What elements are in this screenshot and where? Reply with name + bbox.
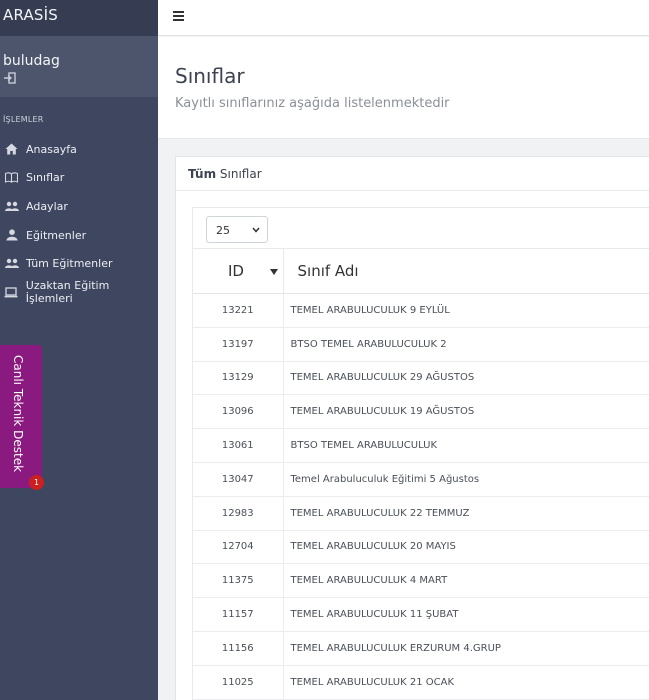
table-row[interactable]: 12983 TEMEL ARABULUCULUK 22 TEMMUZ	[193, 496, 649, 531]
cell-class-name: TEMEL ARABULUCULUK 4 MART	[283, 563, 649, 599]
page-length-value: 25	[216, 224, 230, 237]
menu-toggle-icon[interactable]	[173, 11, 184, 21]
sidebar-item-label: Sınıflar	[26, 171, 65, 185]
sidebar-item-siniflar[interactable]: Sınıflar	[0, 164, 158, 193]
cell-id: 11025	[193, 665, 284, 700]
table-row[interactable]: 13061 BTSO TEMEL ARABULUCULUK	[193, 428, 649, 463]
classes-table-wrapper: 25 ID Sınıf Adı ⇕ 13221TEMEL ARABULUCULU…	[192, 207, 649, 700]
cell-id: 12983	[193, 496, 284, 531]
cell-id: 13221	[193, 293, 284, 328]
cell-id: 12704	[193, 530, 284, 565]
cell-class-name: BTSO TEMEL ARABULUCULUK	[283, 428, 649, 463]
sidebar-item-label: Uzaktan Eğitim İşlemleri	[25, 279, 110, 306]
column-header-id[interactable]: ID	[193, 248, 284, 294]
sidebar-item-label: Eğitmenler	[26, 228, 87, 242]
column-header-name[interactable]: Sınıf Adı ⇕	[283, 248, 649, 294]
classes-table: ID Sınıf Adı ⇕ 13221TEMEL ARABULUCULUK 9…	[193, 248, 649, 700]
cell-id: 13047	[193, 462, 284, 497]
table-row[interactable]: 11025 TEMEL ARABULUCULUK 21 OCAK	[193, 665, 649, 700]
sort-desc-icon	[270, 269, 278, 275]
cell-id: 11375	[193, 563, 284, 599]
app-brand[interactable]: ARASİS	[0, 0, 158, 36]
table-row[interactable]: 13221 TEMEL ARABULUCULUK 9 EYLÜL	[193, 293, 649, 328]
cell-class-name: TEMEL ARABULUCULUK 22 TEMMUZ	[283, 496, 649, 531]
sidebar-item-label: Anasayfa	[26, 142, 77, 156]
cell-class-name: TEMEL ARABULUCULUK 20 MAYIS	[283, 530, 649, 565]
cell-id: 11156	[193, 631, 284, 666]
table-row[interactable]: 11375 TEMEL ARABULUCULUK 4 MART	[193, 563, 649, 599]
user-icon	[4, 229, 19, 242]
cell-class-name: TEMEL ARABULUCULUK 21 OCAK	[283, 665, 649, 700]
table-row[interactable]: 13129 TEMEL ARABULUCULUK 29 AĞUSTOS	[193, 361, 649, 396]
laptop-icon	[4, 286, 19, 299]
sidebar-section-title: İŞLEMLER	[3, 115, 44, 124]
page-title: Sınıflar	[175, 64, 245, 88]
page-subtitle: Kayıtlı sınıflarınız aşağıda listelenmek…	[175, 96, 450, 111]
sidebar-menu: Anasayfa Sınıflar Adaylar Eğitmenler Tüm…	[0, 135, 158, 307]
cell-class-name: TEMEL ARABULUCULUK 9 EYLÜL	[283, 293, 649, 328]
top-navbar	[158, 0, 649, 36]
card-header: Tüm Sınıflar	[176, 157, 649, 191]
table-row[interactable]: 11157 TEMEL ARABULUCULUK 11 ŞUBAT	[193, 597, 649, 632]
classes-card: Tüm Sınıflar 25 ID Sınıf Adı ⇕	[175, 156, 649, 700]
cell-class-name: TEMEL ARABULUCULUK 19 AĞUSTOS	[283, 394, 649, 430]
sidebar-item-uzaktan-egitim[interactable]: Uzaktan Eğitim İşlemleri	[0, 278, 158, 307]
table-row[interactable]: 13197 BTSO TEMEL ARABULUCULUK 2	[193, 327, 649, 362]
table-row[interactable]: 13047 Temel Arabuluculuk Eğitimi 5 Ağusto…	[193, 462, 649, 497]
sign-out-icon[interactable]	[3, 72, 17, 84]
column-header-label: Sınıf Adı	[297, 262, 359, 280]
page-header: Sınıflar Kayıtlı sınıflarınız aşağıda li…	[158, 37, 649, 139]
user-panel: buludag	[0, 36, 158, 97]
users-icon	[4, 200, 19, 213]
sidebar-item-egitmenler[interactable]: Eğitmenler	[0, 221, 158, 250]
cell-id: 13096	[193, 394, 284, 430]
chevron-down-icon	[252, 227, 260, 233]
home-icon	[4, 143, 19, 156]
card-title-bold: Tüm	[188, 167, 217, 181]
sidebar-item-tum-egitmenler[interactable]: Tüm Eğitmenler	[0, 249, 158, 278]
cell-id: 13129	[193, 361, 284, 396]
live-support-label: Canlı Teknik Destek	[11, 355, 25, 473]
support-notification-badge: 1	[29, 475, 44, 490]
table-header-row: ID Sınıf Adı ⇕	[193, 248, 649, 294]
page-length-select[interactable]: 25	[206, 216, 268, 243]
sidebar-item-label: Tüm Eğitmenler	[26, 257, 113, 271]
cell-id: 11157	[193, 597, 284, 632]
cell-class-name: Temel Arabuluculuk Eğitimi 5 Ağustos	[283, 462, 649, 497]
column-header-label: ID	[228, 262, 244, 280]
table-row[interactable]: 11156 TEMEL ARABULUCULUK ERZURUM 4.GRUP	[193, 631, 649, 666]
table-row[interactable]: 13096 TEMEL ARABULUCULUK 19 AĞUSTOS	[193, 394, 649, 430]
book-icon	[4, 171, 19, 184]
cell-class-name: BTSO TEMEL ARABULUCULUK 2	[283, 327, 649, 362]
card-title-rest: Sınıflar	[216, 167, 262, 181]
cell-class-name: TEMEL ARABULUCULUK 29 AĞUSTOS	[283, 361, 649, 396]
table-row[interactable]: 12704 TEMEL ARABULUCULUK 20 MAYIS	[193, 530, 649, 565]
user-name: buludag	[3, 53, 60, 69]
cell-id: 13061	[193, 428, 284, 463]
cell-class-name: TEMEL ARABULUCULUK 11 ŞUBAT	[283, 597, 649, 632]
sidebar-item-anasayfa[interactable]: Anasayfa	[0, 135, 158, 164]
users-icon	[4, 257, 19, 270]
sidebar-item-label: Adaylar	[26, 199, 68, 213]
cell-id: 13197	[193, 327, 284, 362]
live-support-tab[interactable]: Canlı Teknik Destek	[0, 345, 42, 488]
cell-class-name: TEMEL ARABULUCULUK ERZURUM 4.GRUP	[283, 631, 649, 666]
sidebar-item-adaylar[interactable]: Adaylar	[0, 192, 158, 221]
